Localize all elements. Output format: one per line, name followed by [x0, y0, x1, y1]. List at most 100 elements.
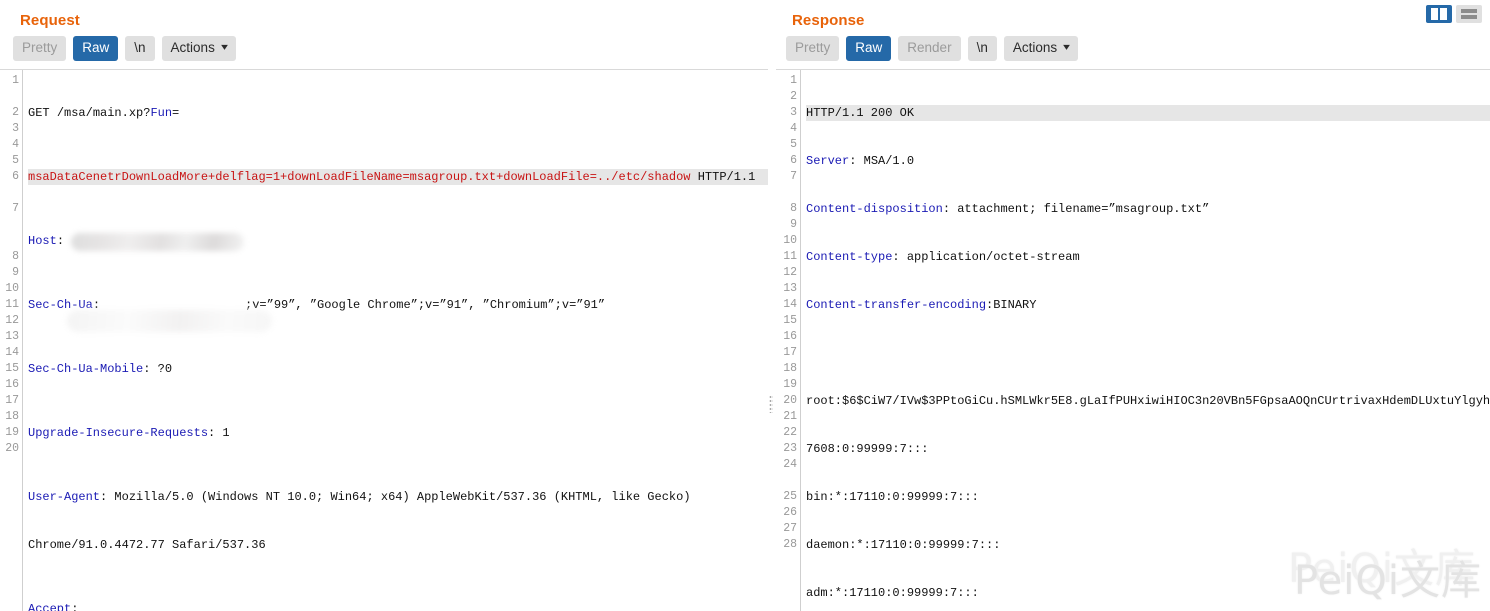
- query-param-eq: =: [172, 105, 180, 120]
- line-number: 20: [783, 393, 797, 407]
- request-line-3: Sec-Ch-Ua: ;v=”99”, ”Google Chrome”;v=”91…: [28, 297, 768, 332]
- line-number: 3: [790, 105, 797, 119]
- request-line-5: Upgrade-Insecure-Requests: 1: [28, 425, 230, 440]
- header-value-upgrade-insecure-requests: 1: [215, 425, 230, 440]
- response-status-line: HTTP/1.1 200 OK: [806, 104, 1490, 121]
- header-name-host: Host: [28, 233, 57, 248]
- response-text[interactable]: HTTP/1.1 200 OK Server: MSA/1.0 Content-…: [801, 70, 1490, 611]
- line-number: 17: [783, 345, 797, 359]
- line-number: 6: [790, 153, 797, 167]
- line-number: 4: [790, 121, 797, 135]
- line-number: 21: [783, 409, 797, 423]
- line-number: 9: [790, 217, 797, 231]
- request-line-6-wrap: Chrome/91.0.4472.77 Safari/537.36: [28, 537, 768, 553]
- response-tab-pretty[interactable]: Pretty: [786, 36, 840, 61]
- response-tab-render[interactable]: Render: [898, 36, 961, 61]
- two-rows-icon: [1461, 9, 1477, 19]
- redaction-blur-sec-ch-ua: [67, 309, 272, 332]
- response-line-7-wrap: 7608:0:99999:7:::: [806, 441, 1490, 457]
- request-actions-label: Actions: [170, 40, 215, 55]
- response-line-2: Server: MSA/1.0: [806, 153, 915, 168]
- line-number: [0, 217, 22, 233]
- line-number: [0, 233, 22, 249]
- header-value-user-agent-cont: Chrome/91.0.4472.77 Safari/537.36: [28, 537, 266, 552]
- shadow-entry-root-cont: 7608:0:99999:7:::: [806, 441, 929, 456]
- response-line-9: daemon:*:17110:0:99999:7:::: [806, 537, 1490, 553]
- line-number: 15: [5, 361, 19, 375]
- response-line-numbers: 1 2 3 4 5 6 7 8 9 10 11 12 13 14 15 16 1…: [776, 69, 801, 611]
- response-actions-button[interactable]: Actions ▾: [1003, 36, 1079, 61]
- request-text[interactable]: GET /msa/main.xp?Fun= msaDataCenetrDownL…: [23, 70, 768, 611]
- line-number: 5: [12, 153, 19, 167]
- http-path: /msa/main.xp?: [56, 105, 151, 120]
- request-tab-newline[interactable]: \n: [125, 36, 155, 61]
- header-value-server: MSA/1.0: [856, 153, 915, 168]
- line-number: 10: [5, 281, 19, 295]
- header-name-content-transfer-encoding: Content-transfer-encoding: [806, 297, 987, 312]
- header-value-user-agent: Mozilla/5.0 (Windows NT 10.0; Win64; x64…: [107, 489, 691, 504]
- line-number: 20: [5, 441, 19, 455]
- shadow-entry-bin: bin:*:17110:0:99999:7:::: [806, 489, 979, 504]
- side-by-side-view-button[interactable]: [1426, 5, 1452, 23]
- header-value-sec-ch-ua-mobile: ?0: [150, 361, 173, 376]
- line-number: 2: [790, 89, 797, 103]
- line-number: 13: [5, 329, 19, 343]
- header-name-accept: Accept: [28, 601, 72, 611]
- response-pane: Response Pretty Raw Render \n Actions ▾ …: [776, 0, 1490, 611]
- request-pane: Request Pretty Raw \n Actions ▾ 1 2 3 4 …: [0, 0, 768, 611]
- response-tab-raw[interactable]: Raw: [846, 36, 892, 61]
- line-number: [0, 89, 22, 105]
- response-line-6: [806, 345, 1490, 361]
- line-number: 14: [783, 297, 797, 311]
- response-line-4: Content-type: application/octet-stream: [806, 249, 1080, 264]
- response-line-5: Content-transfer-encoding:BINARY: [806, 297, 1037, 312]
- two-columns-icon: [1431, 8, 1447, 20]
- line-number: 26: [783, 505, 797, 519]
- request-tab-raw[interactable]: Raw: [73, 36, 119, 61]
- request-line-numbers: 1 2 3 4 5 6 7 8 9 10 11 12 13 14 15 16 1…: [0, 69, 23, 611]
- pane-splitter[interactable]: [768, 0, 776, 611]
- response-line-3: Content-disposition: attachment; filenam…: [806, 201, 1210, 216]
- header-name-sec-ch-ua-mobile: Sec-Ch-Ua-Mobile: [28, 361, 144, 376]
- line-number: 18: [783, 361, 797, 375]
- line-number: 16: [5, 377, 19, 391]
- line-number: 14: [5, 345, 19, 359]
- request-editor[interactable]: 1 2 3 4 5 6 7 8 9 10 11 12 13 14 15 16 1…: [0, 68, 768, 611]
- line-number: 27: [783, 521, 797, 535]
- line-number: 28: [783, 537, 797, 551]
- query-param-name: Fun: [150, 105, 173, 120]
- line-number: 4: [12, 137, 19, 151]
- line-number: 10: [783, 233, 797, 247]
- header-value-content-type: application/octet-stream: [899, 249, 1080, 264]
- response-tab-newline[interactable]: \n: [967, 36, 997, 61]
- header-name-content-type: Content-type: [806, 249, 893, 264]
- line-number: 18: [5, 409, 19, 423]
- request-actions-button[interactable]: Actions ▾: [161, 36, 236, 61]
- line-number: 12: [5, 313, 19, 327]
- request-line-1-wrap: msaDataCenetrDownLoadMore+delflag=1+down…: [28, 168, 768, 185]
- line-number: 15: [783, 313, 797, 327]
- layout-view-toggle: [1426, 5, 1482, 23]
- chevron-down-icon: ▾: [220, 41, 228, 53]
- request-tab-pretty[interactable]: Pretty: [13, 36, 67, 61]
- request-line-2: Host:: [28, 232, 768, 251]
- line-number: 12: [783, 265, 797, 279]
- request-line-7: Accept:: [28, 601, 768, 611]
- http-version: HTTP/1.1: [690, 169, 756, 184]
- response-line-10: adm:*:17110:0:99999:7:::: [806, 585, 1490, 601]
- request-line-6: User-Agent: Mozilla/5.0 (Windows NT 10.0…: [28, 489, 691, 504]
- line-number: 22: [783, 425, 797, 439]
- line-number: 2: [12, 105, 19, 119]
- line-number: 11: [783, 249, 797, 263]
- line-number: 25: [783, 489, 797, 503]
- line-number: 3: [12, 121, 19, 135]
- request-line-4: Sec-Ch-Ua-Mobile: ?0: [28, 361, 173, 376]
- stacked-view-button[interactable]: [1456, 5, 1482, 23]
- response-editor[interactable]: 1 2 3 4 5 6 7 8 9 10 11 12 13 14 15 16 1…: [776, 68, 1490, 611]
- header-value-sec-ch-ua: ;v=”99”, ”Google Chrome”;v=”91”, ”Chromi…: [245, 297, 606, 312]
- path-traversal-payload: msaDataCenetrDownLoadMore+delflag=1+down…: [28, 169, 691, 184]
- shadow-entry-daemon: daemon:*:17110:0:99999:7:::: [806, 537, 1001, 552]
- request-toolbar: Pretty Raw \n Actions ▾: [0, 36, 768, 69]
- splitter-grip-icon[interactable]: [769, 395, 773, 413]
- response-actions-label: Actions: [1012, 40, 1058, 55]
